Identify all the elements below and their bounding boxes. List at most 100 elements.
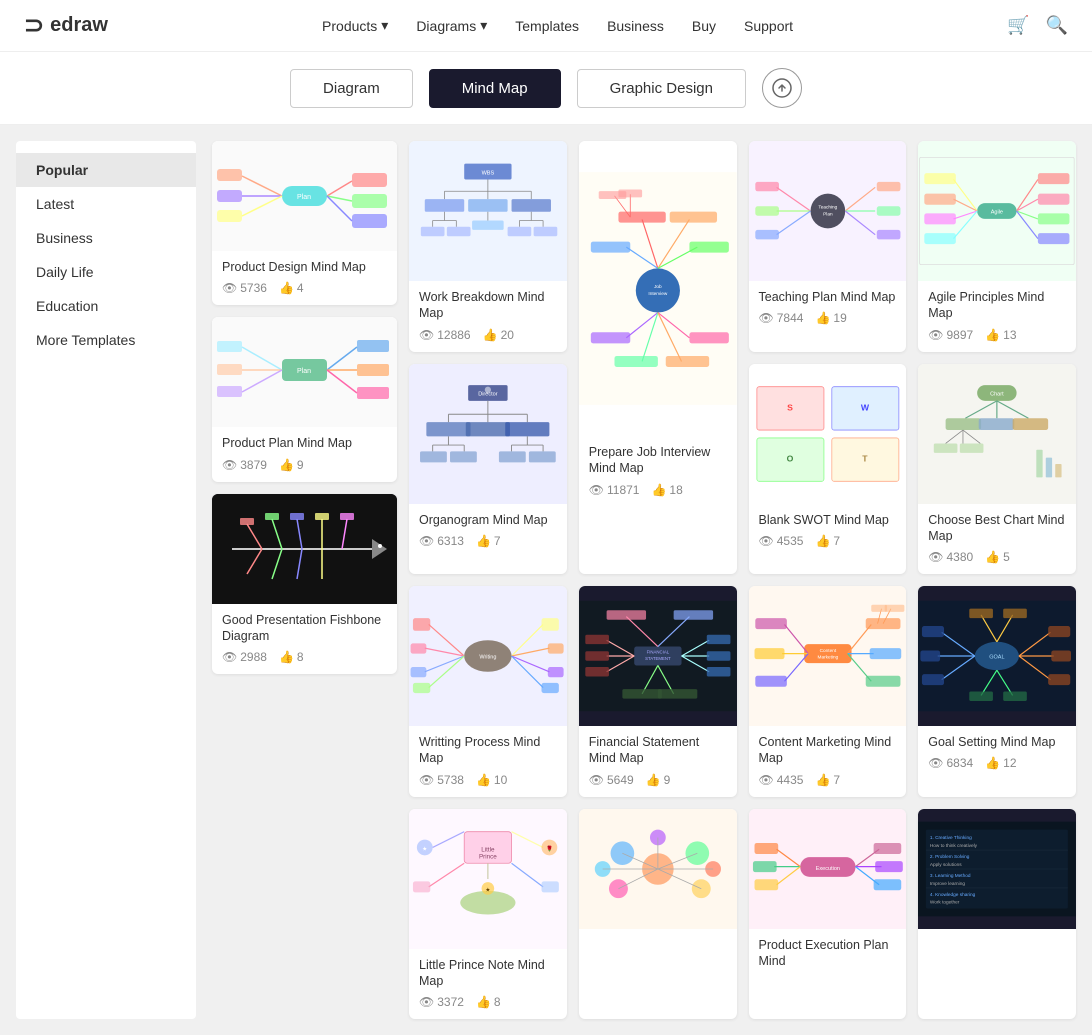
svg-text:GOAL: GOAL <box>989 654 1004 660</box>
views-stat: 👁 3879 <box>222 458 267 472</box>
card-title: Agile Principles Mind Map <box>928 289 1066 322</box>
eye-icon: 👁 <box>222 458 237 472</box>
card-goal-setting: GOAL <box>918 586 1076 797</box>
eye-icon: 👁 <box>419 995 434 1009</box>
like-icon: 👍 <box>985 550 1000 564</box>
card-product-plan: Plan <box>212 317 397 481</box>
nav-products[interactable]: Products ▾ <box>322 17 388 34</box>
card-blank-swot: S W O T Blank SWOT Mind Map 👁 4535 👍 7 <box>749 364 907 575</box>
thumb-product-execution: Execution <box>749 809 907 929</box>
card-info-little-prince: Little Prince Note Mind Map 👁 3372 👍 8 <box>409 949 567 1020</box>
thumb-content-marketing: Content Marketing <box>749 586 907 726</box>
like-icon: 👍 <box>646 773 661 787</box>
nav-templates[interactable]: Templates <box>515 18 579 34</box>
sidebar-item-latest[interactable]: Latest <box>16 187 196 221</box>
svg-text:Marketing: Marketing <box>817 654 838 660</box>
svg-text:Teaching: Teaching <box>818 205 837 211</box>
eye-icon: 👁 <box>928 550 943 564</box>
search-icon[interactable]: 🔍 <box>1046 15 1068 36</box>
eye-icon: 👁 <box>589 773 604 787</box>
card-title: Product Execution Plan Mind <box>759 937 897 970</box>
like-icon: 👍 <box>815 534 830 548</box>
svg-text:Execution: Execution <box>815 865 839 871</box>
sidebar-item-more-templates[interactable]: More Templates <box>16 323 196 357</box>
card-product-execution: Execution <box>749 809 907 1020</box>
svg-text:W: W <box>860 402 869 412</box>
tab-graphic-design[interactable]: Graphic Design <box>577 69 746 108</box>
likes-stat: 👍 8 <box>476 995 501 1009</box>
views-stat: 👁 5736 <box>222 281 267 295</box>
like-icon: 👍 <box>279 458 294 472</box>
thumb-organogram: Director <box>409 364 567 504</box>
card-stats: 👁 3879 👍 9 <box>222 458 387 472</box>
likes-stat: 👍 8 <box>279 650 304 664</box>
card-content-marketing: Content Marketing <box>749 586 907 797</box>
nav-support[interactable]: Support <box>744 18 793 34</box>
card-stats: 👁 4435 👍 7 <box>759 773 897 787</box>
eye-icon: 👁 <box>419 773 434 787</box>
svg-text:Plan: Plan <box>823 212 833 218</box>
content-area: Plan <box>212 141 1076 1019</box>
card-work-breakdown: WBS <box>409 141 567 352</box>
like-icon: 👍 <box>279 281 294 295</box>
thumb-prepare-job: Job Interview <box>579 141 737 436</box>
svg-text:Plan: Plan <box>297 368 311 375</box>
logo-icon: ⊃ <box>24 11 44 40</box>
chevron-down-icon: ▾ <box>381 17 388 34</box>
views-stat: 👁 5649 <box>589 773 634 787</box>
nav-diagrams[interactable]: Diagrams ▾ <box>416 17 487 34</box>
views-stat: 👁 4380 <box>928 550 973 564</box>
card-info-agile: Agile Principles Mind Map 👁 9897 👍 13 <box>918 281 1076 352</box>
nav-buy[interactable]: Buy <box>692 18 716 34</box>
card-stats: 👁 6313 👍 7 <box>419 534 557 548</box>
card-title: Financial Statement Mind Map <box>589 734 727 767</box>
thumb-writing-process: Writing <box>409 586 567 726</box>
svg-text:★: ★ <box>422 845 427 852</box>
card-info-blank-swot: Blank SWOT Mind Map 👁 4535 👍 7 <box>749 504 907 558</box>
likes-stat: 👍 12 <box>985 756 1016 770</box>
main-nav: Products ▾ Diagrams ▾ Templates Business… <box>322 17 793 34</box>
thumb-blank-swot: S W O T <box>749 364 907 504</box>
card-info-goal-setting: Goal Setting Mind Map 👁 6834 👍 12 <box>918 726 1076 780</box>
thumb-fishbone <box>212 494 397 604</box>
card-prepare-job: Job Interview <box>579 141 737 574</box>
card-info-fishbone: Good Presentation Fishbone Diagram 👁 298… <box>212 604 397 675</box>
tab-bar: Diagram Mind Map Graphic Design <box>0 52 1092 125</box>
like-icon: 👍 <box>476 773 491 787</box>
svg-text:Content: Content <box>819 648 836 654</box>
sidebar-item-daily-life[interactable]: Daily Life <box>16 255 196 289</box>
thumb-financial: FINANCIAL STATEMENT <box>579 586 737 726</box>
card-info-product-design: Product Design Mind Map 👁 5736 👍 4 <box>212 251 397 305</box>
card-title: Product Design Mind Map <box>222 259 387 275</box>
card-info-product-execution: Product Execution Plan Mind <box>749 929 907 986</box>
card-info-teaching-plan: Teaching Plan Mind Map 👁 7844 👍 19 <box>749 281 907 335</box>
likes-stat: 👍 9 <box>646 773 671 787</box>
likes-stat: 👍 18 <box>651 483 682 497</box>
tab-diagram[interactable]: Diagram <box>290 69 413 108</box>
like-icon: 👍 <box>476 995 491 1009</box>
svg-text:Apply solutions: Apply solutions <box>930 861 962 867</box>
card-stats: 👁 11871 👍 18 <box>589 483 727 497</box>
card-title: Good Presentation Fishbone Diagram <box>222 612 387 645</box>
cart-icon[interactable]: 🛒 <box>1007 15 1029 36</box>
card-stats: 👁 6834 👍 12 <box>928 756 1066 770</box>
like-icon: 👍 <box>985 328 1000 342</box>
card-title: Teaching Plan Mind Map <box>759 289 897 305</box>
thumb-dark-map2: 1. Creative Thinking How to think creati… <box>918 809 1076 929</box>
card-stats: 👁 9897 👍 13 <box>928 328 1066 342</box>
upload-button[interactable] <box>762 68 802 108</box>
like-icon: 👍 <box>985 756 1000 770</box>
logo[interactable]: ⊃ edraw <box>24 11 108 40</box>
svg-text:Job: Job <box>654 284 662 290</box>
tab-mindmap[interactable]: Mind Map <box>429 69 561 108</box>
likes-stat: 👍 19 <box>815 311 846 325</box>
sidebar-item-business[interactable]: Business <box>16 221 196 255</box>
sidebar-item-education[interactable]: Education <box>16 289 196 323</box>
card-title: Organogram Mind Map <box>419 512 557 528</box>
card-stats: 👁 3372 👍 8 <box>419 995 557 1009</box>
like-icon: 👍 <box>651 483 666 497</box>
nav-business[interactable]: Business <box>607 18 664 34</box>
svg-text:WBS: WBS <box>482 171 495 177</box>
likes-stat: 👍 7 <box>476 534 501 548</box>
sidebar-item-popular[interactable]: Popular <box>16 153 196 187</box>
